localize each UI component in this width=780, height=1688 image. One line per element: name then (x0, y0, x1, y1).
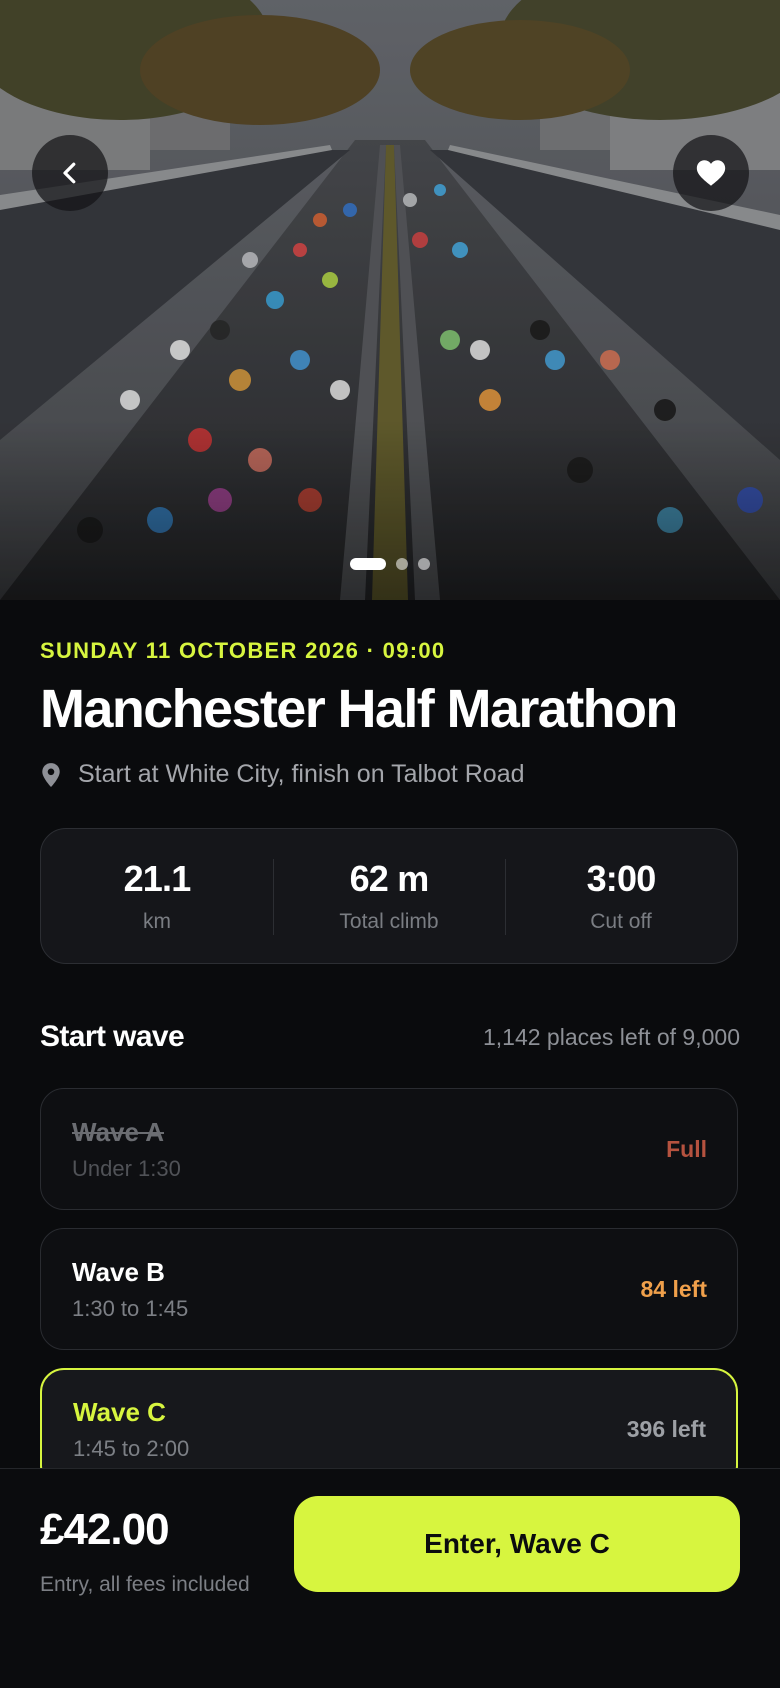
wave-option-a[interactable]: Wave A Under 1:30 Full (40, 1088, 738, 1210)
carousel-indicator (0, 558, 780, 570)
enter-wave-button[interactable]: Enter, Wave C (294, 1496, 740, 1592)
heart-icon (696, 160, 726, 186)
wave-name: Wave A (72, 1116, 164, 1147)
price-note: Entry, all fees included (40, 1573, 250, 1596)
section-title: Start wave (40, 1020, 185, 1053)
wave-info: Wave C 1:45 to 2:00 (73, 1397, 189, 1462)
carousel-dot[interactable] (418, 558, 430, 570)
favorite-button[interactable] (673, 135, 749, 211)
event-datetime: SUNDAY 11 OCTOBER 2026 · 09:00 (40, 638, 446, 663)
entry-price: £42.00 (40, 1505, 170, 1554)
event-location: Start at White City, finish on Talbot Ro… (40, 760, 525, 789)
stat-value: 62 m (349, 858, 430, 899)
chevron-left-icon (63, 162, 76, 184)
hero-image[interactable] (0, 0, 780, 600)
wave-availability: 84 left (640, 1275, 707, 1302)
event-title: Manchester Half Marathon (40, 679, 678, 739)
stat-value: 3:00 (586, 858, 657, 899)
places-remaining: 1,142 places left of 9,000 (482, 1023, 740, 1050)
wave-availability: Full (666, 1135, 707, 1162)
stat-cutoff: 3:00 Cut off (505, 829, 737, 963)
stat-label: Total climb (339, 910, 439, 933)
marathon-photo (0, 0, 780, 600)
stat-label: km (143, 910, 171, 933)
wave-option-b[interactable]: Wave B 1:30 to 1:45 84 left (40, 1228, 738, 1350)
start-wave-header: Start wave 1,142 places left of 9,000 (40, 1020, 740, 1054)
location-text: Start at White City, finish on Talbot Ro… (78, 760, 525, 788)
wave-time-range: Under 1:30 (72, 1155, 181, 1181)
wave-info: Wave A Under 1:30 (72, 1117, 181, 1182)
stat-distance: 21.1 km (41, 829, 273, 963)
location-pin-icon (42, 762, 60, 787)
stat-value: 21.1 (123, 858, 192, 899)
wave-availability: 396 left (626, 1415, 706, 1442)
stat-climb: 62 m Total climb (273, 829, 505, 963)
stat-label: Cut off (590, 910, 652, 933)
checkout-bar: £42.00 Entry, all fees included Enter, W… (0, 1468, 780, 1688)
wave-time-range: 1:30 to 1:45 (72, 1295, 189, 1321)
wave-info: Wave B 1:30 to 1:45 (72, 1257, 188, 1322)
race-stats: 21.1 km 62 m Total climb 3:00 Cut off (40, 828, 738, 964)
wave-name: Wave B (72, 1256, 165, 1287)
event-detail-screen: SUNDAY 11 OCTOBER 2026 · 09:00 Mancheste… (0, 0, 780, 1688)
back-button[interactable] (32, 135, 108, 211)
wave-name: Wave C (73, 1396, 166, 1427)
carousel-dot-active[interactable] (350, 558, 386, 570)
wave-time-range: 1:45 to 2:00 (73, 1435, 190, 1461)
carousel-dot[interactable] (396, 558, 408, 570)
